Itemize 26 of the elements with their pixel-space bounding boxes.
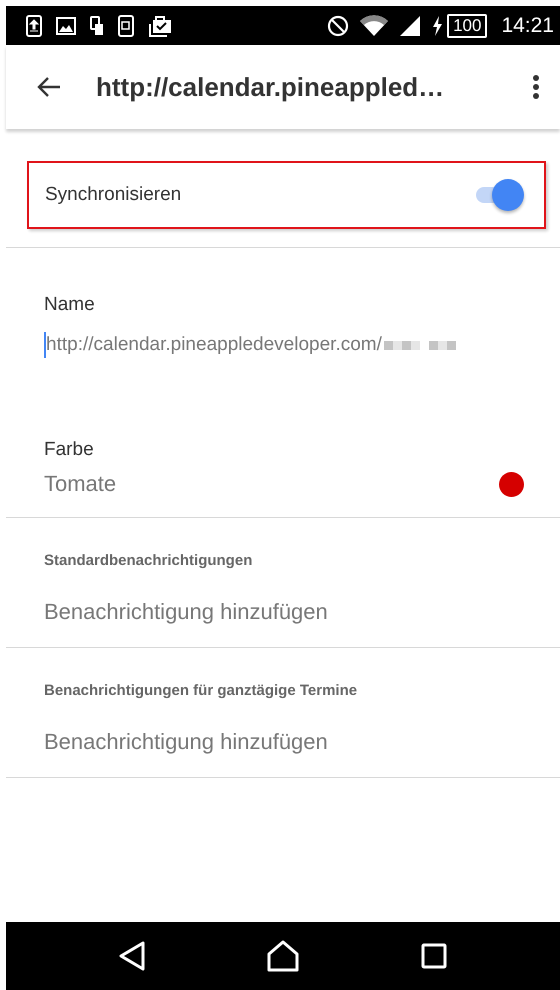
back-arrow-icon[interactable] xyxy=(36,76,62,98)
section-header: Benachrichtigungen für ganztägige Termine xyxy=(44,682,358,699)
more-options-icon[interactable] xyxy=(532,74,540,100)
briefcase-check-icon xyxy=(148,14,172,36)
upload-icon xyxy=(26,14,42,36)
page-title: http://calendar.pineappled… xyxy=(96,72,446,102)
charging-icon xyxy=(431,14,444,36)
home-icon[interactable] xyxy=(267,940,299,972)
phone-icon xyxy=(90,16,104,36)
section-header: Standardbenachrichtigungen xyxy=(44,552,254,569)
setting-label: Synchronisieren xyxy=(45,184,182,206)
name-field[interactable]: http://calendar.pineappledeveloper.com/ xyxy=(44,332,522,358)
block-icon xyxy=(327,14,350,36)
field-label: Name xyxy=(44,294,96,316)
image-icon xyxy=(56,16,76,34)
wifi-icon xyxy=(359,14,390,38)
recents-icon[interactable] xyxy=(421,943,447,969)
signal-icon xyxy=(399,14,422,36)
battery-level: 100 xyxy=(447,14,488,38)
tablet-icon xyxy=(118,14,134,36)
add-notification-item[interactable]: Benachrichtigung hinzufügen xyxy=(44,599,522,625)
back-icon[interactable] xyxy=(119,941,145,971)
add-notification-item[interactable]: Benachrichtigung hinzufügen xyxy=(44,729,522,755)
clock-time: 14:21 xyxy=(501,14,554,38)
color-value[interactable]: Tomate xyxy=(44,470,116,496)
field-label: Farbe xyxy=(44,438,95,460)
